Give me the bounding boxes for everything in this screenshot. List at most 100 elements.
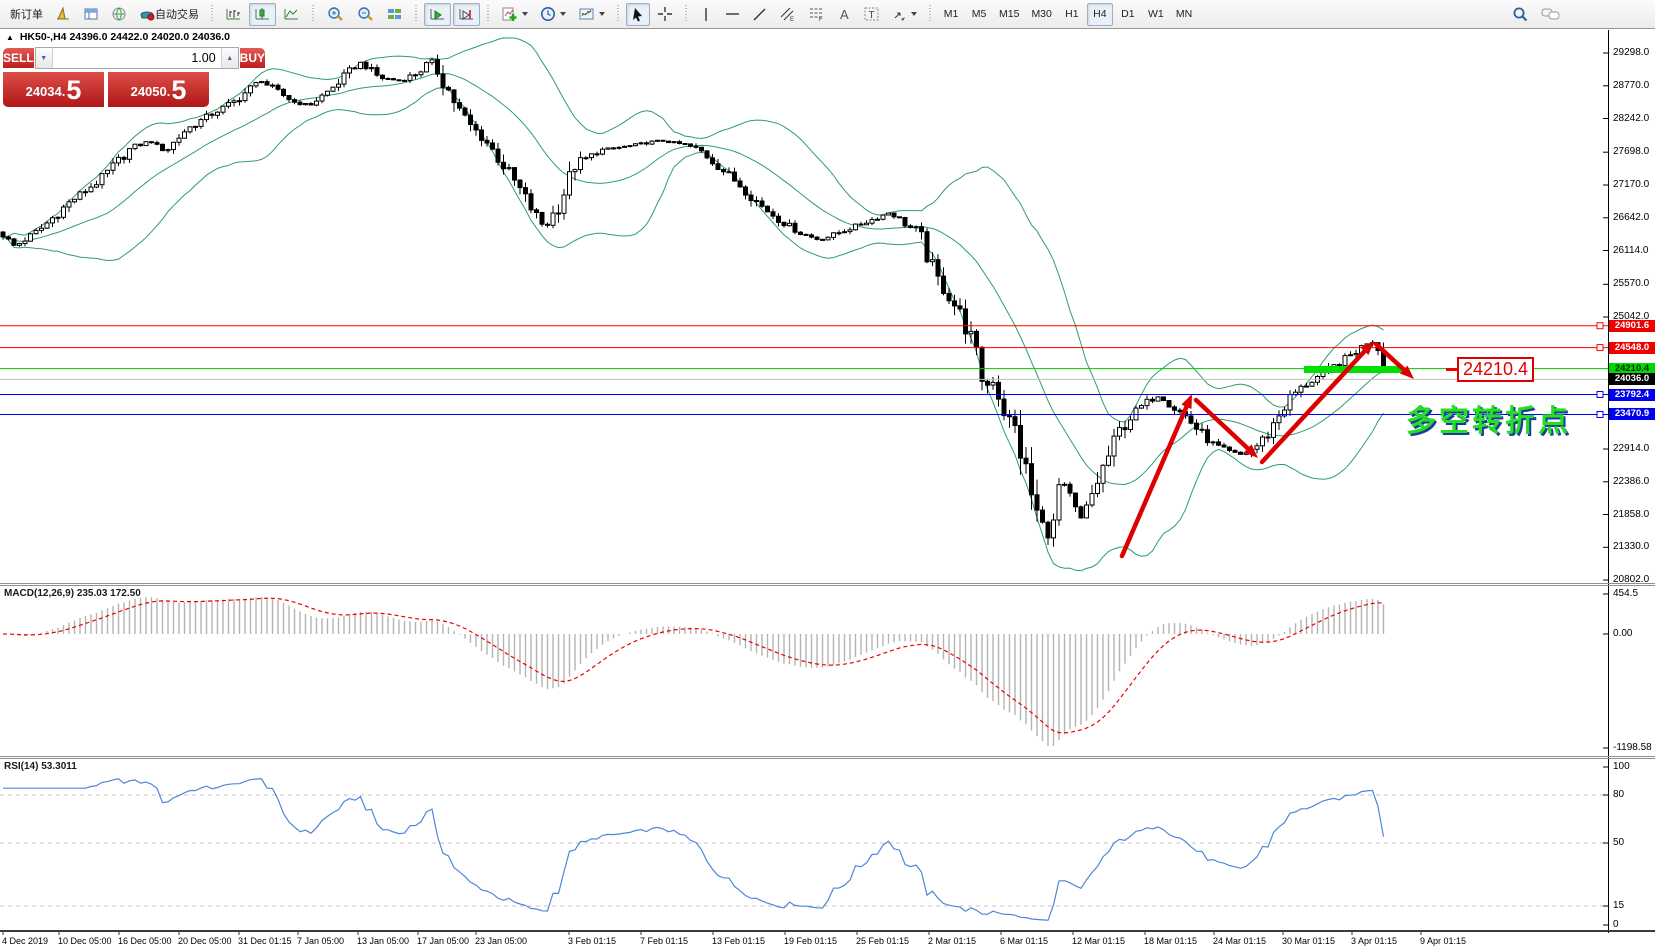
chat-button[interactable] [1536, 3, 1566, 26]
indicators-icon [501, 6, 519, 23]
zoom-in-icon [326, 6, 344, 23]
text-tool-button[interactable]: A [832, 3, 856, 26]
svg-text:A: A [840, 7, 849, 21]
navigator-button[interactable] [106, 3, 132, 26]
auto-trading-icon [139, 6, 155, 22]
chart-shift-icon [458, 6, 475, 22]
new-order-button[interactable]: 新订单 [5, 3, 48, 26]
zoom-out-icon [356, 6, 374, 23]
shapes-tool-button[interactable] [887, 3, 922, 26]
pivot-price-label[interactable]: 24210.4 [1457, 357, 1534, 382]
horizontal-line-icon [725, 9, 740, 19]
timeframe-button-h4[interactable]: H4 [1087, 3, 1113, 26]
auto-scroll-button[interactable] [424, 3, 451, 26]
clock-icon [540, 6, 557, 23]
svg-text:T: T [869, 10, 875, 21]
toolbar-separator [412, 3, 420, 25]
periods-button[interactable] [535, 3, 571, 26]
chevron-down-icon [599, 12, 605, 19]
timeframe-button-w1[interactable]: W1 [1143, 3, 1169, 26]
toolbar-separator [926, 3, 934, 25]
toolbar-separator [208, 3, 216, 25]
pivot-annotation-text[interactable]: 多空转折点 [1406, 396, 1571, 440]
toolbar-separator [614, 3, 622, 25]
timeframe-button-m30[interactable]: M30 [1026, 3, 1056, 26]
template-button[interactable] [573, 3, 610, 26]
timeframe-button-mn[interactable]: MN [1171, 3, 1197, 26]
chat-icon [1541, 6, 1561, 22]
tile-windows-button[interactable] [381, 3, 408, 26]
buy-price-main: 24050. [131, 79, 171, 105]
lot-increase-button[interactable]: ▲ [221, 48, 238, 68]
svg-text:E: E [790, 17, 794, 22]
lot-size-input[interactable] [53, 48, 221, 68]
equidistant-channel-tool-button[interactable]: E [774, 3, 801, 26]
template-icon [578, 6, 596, 22]
cursor-icon [631, 7, 645, 22]
bar-chart-icon [225, 6, 242, 22]
fibonacci-icon: F [808, 6, 825, 22]
timeframe-button-m15[interactable]: M15 [994, 3, 1024, 26]
symbol-period-label: HK50-,H4 [20, 31, 67, 43]
sell-price-main: 24034. [26, 79, 66, 105]
bar-chart-mode-button[interactable] [220, 3, 247, 26]
cursor-tool-button[interactable] [626, 3, 650, 26]
sell-button[interactable]: SELL [2, 47, 35, 69]
vertical-line-tool-button[interactable] [694, 3, 718, 26]
crosshair-icon [657, 6, 673, 22]
candlestick-mode-button[interactable] [249, 3, 276, 26]
label-tool-button[interactable]: T [858, 3, 885, 26]
auto-trading-label: 自动交易 [155, 6, 199, 22]
sell-price-button[interactable]: 24034. 5 [2, 71, 105, 108]
chart-title: ▲ HK50-,H4 24396.0 24422.0 24020.0 24036… [6, 31, 230, 43]
vertical-line-icon [701, 7, 711, 22]
one-click-trading-panel: SELL ▼ ▲ BUY 24034. 5 24050. 5 [2, 47, 210, 108]
toolbar-separator [309, 3, 317, 25]
data-window-icon [83, 6, 99, 22]
chevron-down-icon [911, 12, 917, 19]
zoom-out-button[interactable] [351, 3, 379, 26]
auto-scroll-icon [429, 6, 446, 22]
timeframe-button-d1[interactable]: D1 [1115, 3, 1141, 26]
market-watch-button[interactable] [50, 3, 76, 26]
buy-button[interactable]: BUY [239, 47, 266, 69]
indicators-button[interactable] [496, 3, 533, 26]
zoom-in-button[interactable] [321, 3, 349, 26]
chart-shift-button[interactable] [453, 3, 480, 26]
data-window-button[interactable] [78, 3, 104, 26]
svg-text:F: F [819, 17, 823, 22]
timeframe-button-h1[interactable]: H1 [1059, 3, 1085, 26]
horizontal-line-tool-button[interactable] [720, 3, 745, 26]
label-icon: T [863, 6, 880, 22]
auto-trading-button[interactable]: 自动交易 [134, 3, 204, 26]
channel-icon: E [779, 6, 796, 22]
buy-price-button[interactable]: 24050. 5 [107, 71, 210, 108]
timeframe-group: M1M5M15M30H1H4D1W1MN [937, 3, 1198, 26]
sell-price-pips: 5 [66, 75, 81, 105]
chevron-down-icon [560, 12, 566, 19]
buy-price-pips: 5 [171, 75, 186, 105]
trendline-tool-button[interactable] [747, 3, 772, 26]
rsi-label: RSI(14) 53.3011 [4, 761, 77, 772]
timeframe-button-m5[interactable]: M5 [966, 3, 992, 26]
macd-label: MACD(12,26,9) 235.03 172.50 [4, 588, 141, 599]
symbol-triangle-icon: ▲ [6, 33, 14, 42]
chart-area[interactable] [0, 30, 1608, 933]
toolbar-separator [484, 3, 492, 25]
market-watch-icon [55, 6, 71, 22]
candlestick-icon [254, 6, 271, 22]
trendline-icon [752, 7, 767, 22]
line-chart-icon [283, 6, 300, 22]
search-button[interactable] [1507, 3, 1534, 26]
timeframe-button-m1[interactable]: M1 [938, 3, 964, 26]
navigator-icon [111, 6, 127, 22]
main-toolbar: 新订单 自动交易 [0, 0, 1655, 29]
arrows-shapes-icon [892, 7, 908, 22]
tile-windows-icon [386, 6, 403, 22]
lot-size-box: ▼ ▲ [35, 47, 239, 69]
line-chart-mode-button[interactable] [278, 3, 305, 26]
toolbar-separator [682, 3, 690, 25]
fibonacci-tool-button[interactable]: F [803, 3, 830, 26]
crosshair-tool-button[interactable] [652, 3, 678, 26]
lot-decrease-button[interactable]: ▼ [36, 48, 53, 68]
